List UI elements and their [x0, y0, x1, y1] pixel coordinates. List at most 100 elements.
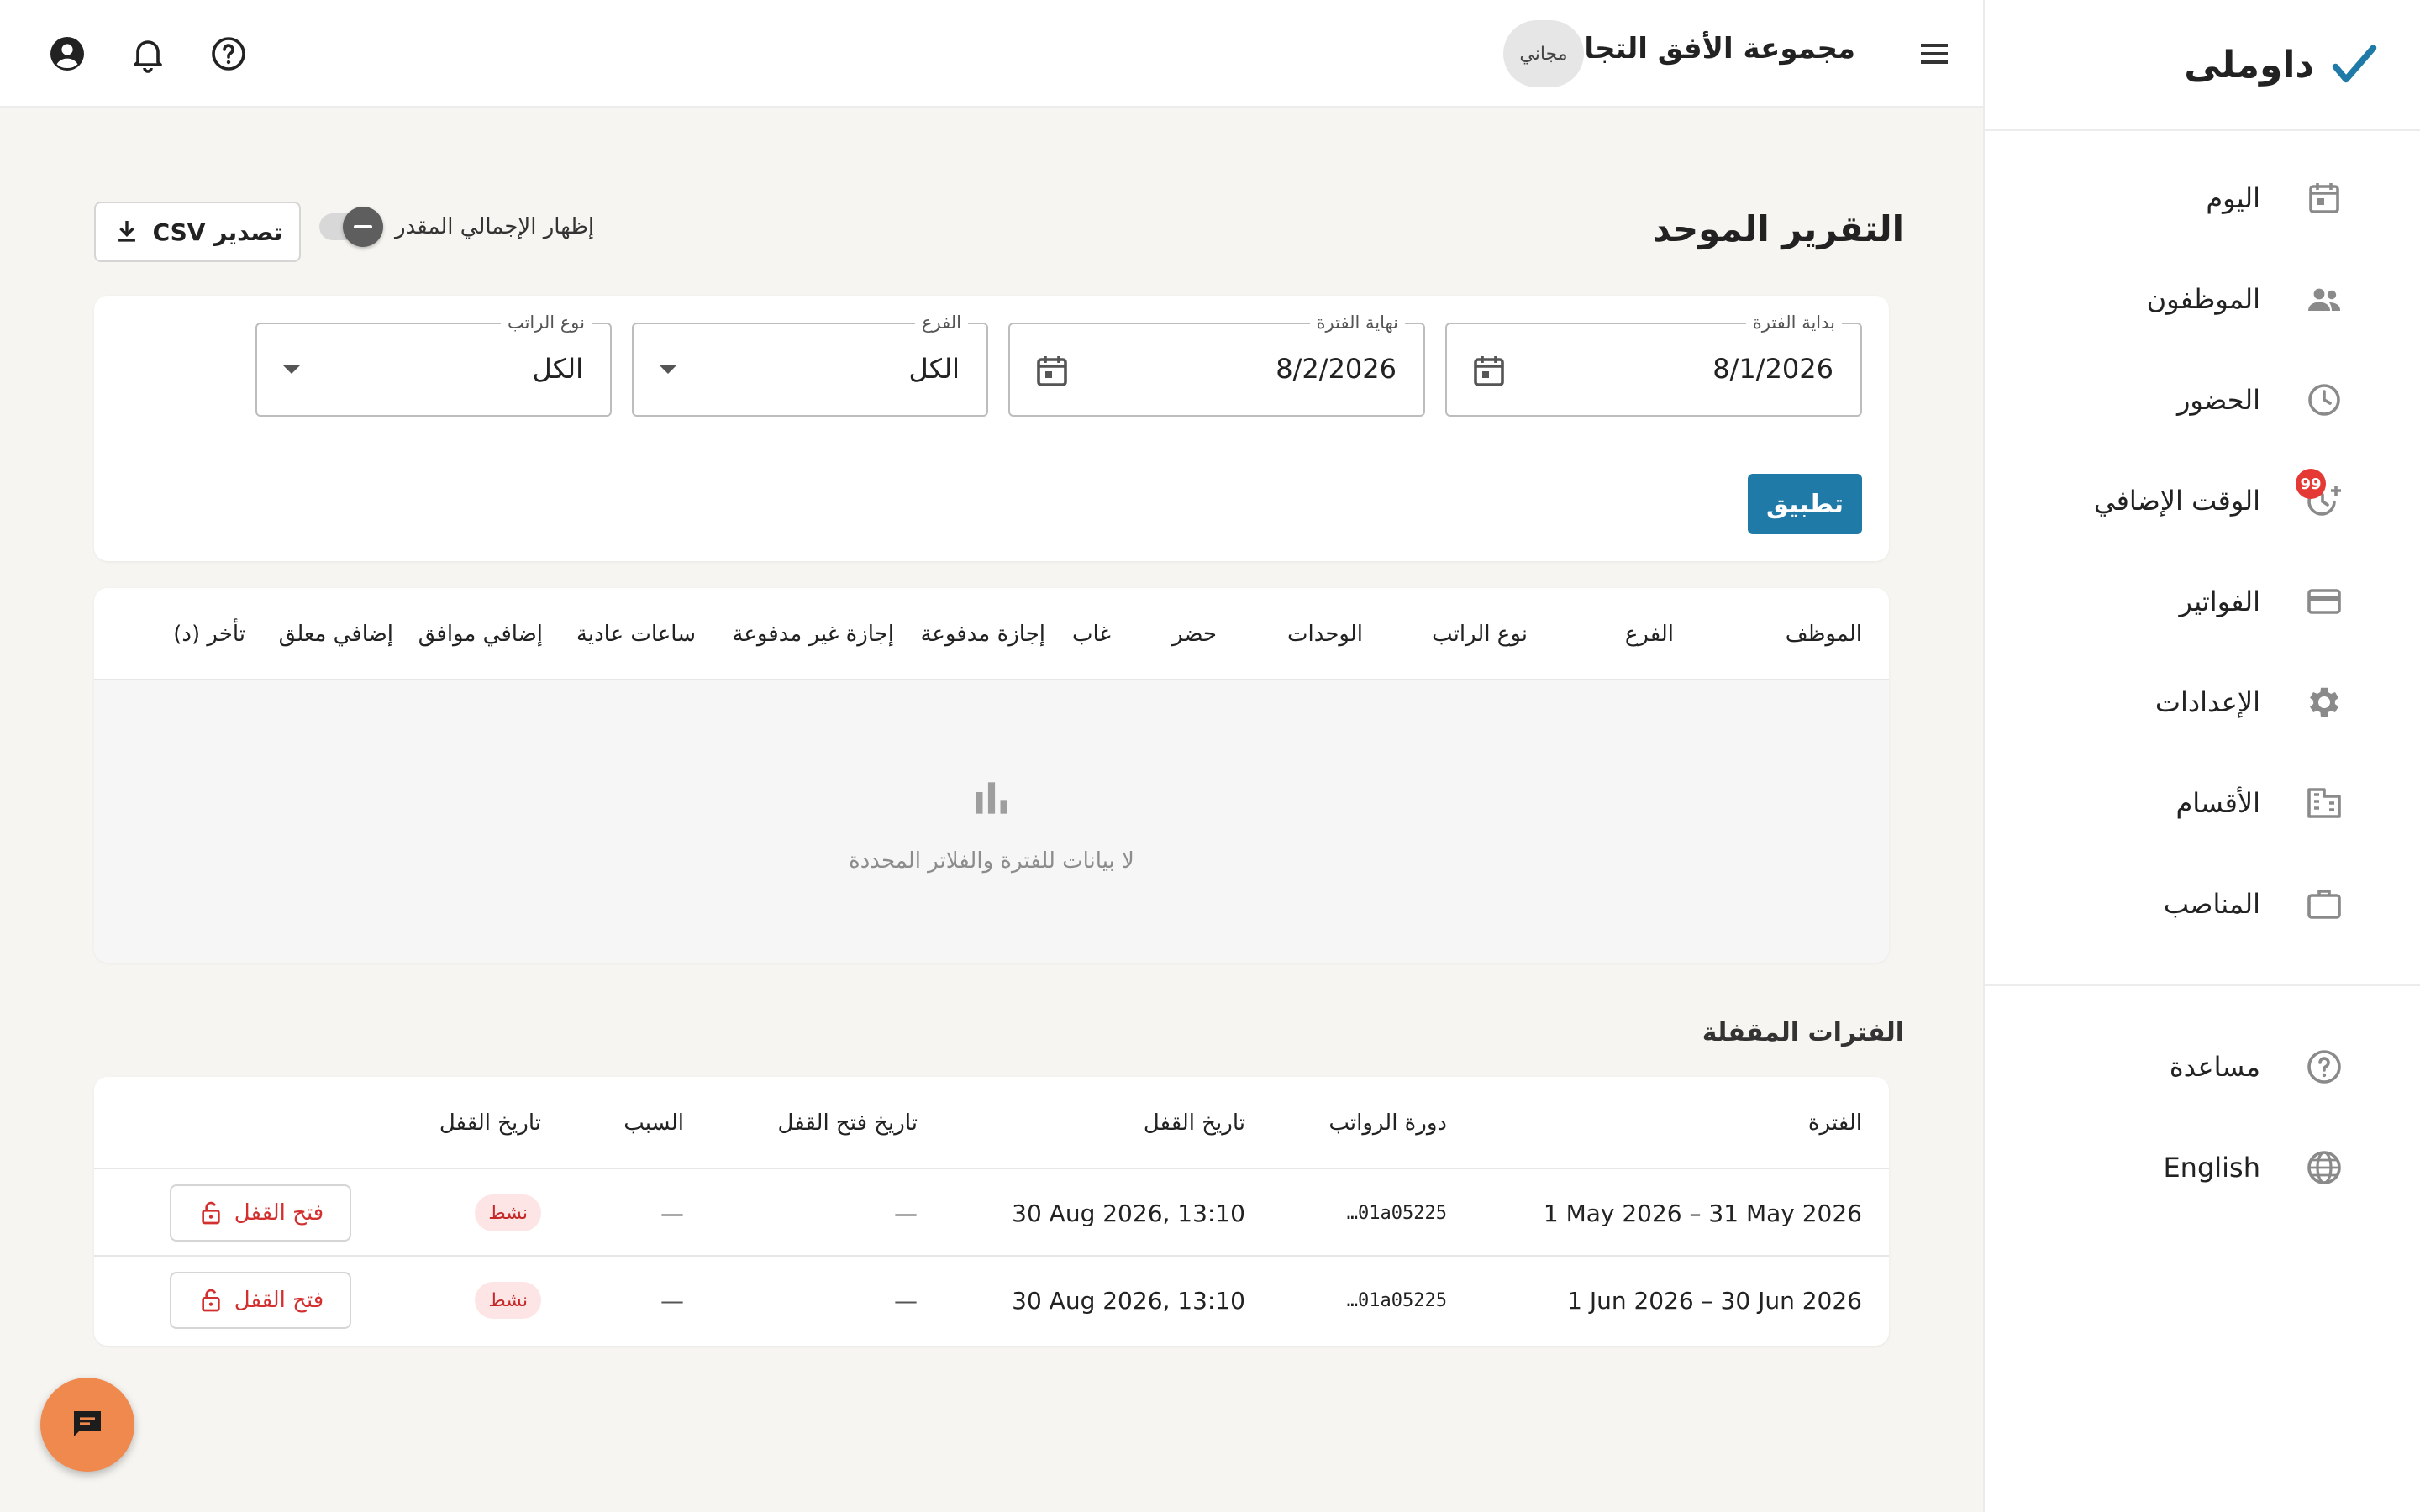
export-label: تصدير CSV — [152, 218, 283, 246]
globe-icon — [2304, 1147, 2344, 1188]
download-icon — [113, 218, 141, 246]
locked-at-cell: 30 Aug 2026, 13:10 — [1012, 1200, 1245, 1227]
bell-icon[interactable] — [128, 34, 168, 74]
column-header[interactable]: حضر — [1172, 622, 1217, 647]
overtime-badge: 99 — [2296, 469, 2326, 499]
calendar-icon[interactable] — [1469, 351, 1509, 391]
column-header[interactable]: نوع الراتب — [1432, 622, 1528, 647]
apply-button[interactable]: تطبيق — [1748, 474, 1862, 534]
column-header[interactable]: إجازة مدفوعة — [920, 622, 1045, 647]
sidebar-item-overtime[interactable]: 99 الوقت الإضافي — [1985, 450, 2420, 551]
empty-state-text: لا بيانات للفترة والفلاتر المحددة — [849, 848, 1134, 874]
unlock-icon — [197, 1287, 224, 1314]
sidebar-item-label: الأقسام — [2175, 787, 2260, 819]
report-table-header: الموظف الفرع نوع الراتب الوحدات حضر غاب … — [94, 588, 1889, 680]
chevron-down-icon — [282, 365, 301, 374]
locked-periods-title: الفترات المقفلة — [1702, 1018, 1904, 1047]
company-name: مجموعة الأفق التجارية — [1539, 32, 1855, 66]
sidebar-item-departments[interactable]: الأقسام — [1985, 753, 2420, 853]
menu-icon[interactable] — [1914, 34, 1954, 74]
column-header[interactable]: ساعات عادية — [576, 622, 696, 647]
chat-icon — [67, 1404, 108, 1445]
unlocked-at-cell: — — [894, 1200, 918, 1227]
export-csv-button[interactable]: تصدير CSV — [94, 202, 301, 262]
estimated-total-toggle[interactable]: إظهار الإجمالي المقدر — [319, 207, 595, 247]
sidebar-nav: اليوم الموظفون الحضور 99 الوقت الإضافي ا… — [1985, 131, 2420, 1218]
brand-check-icon — [2329, 39, 2380, 90]
report-table: الموظف الفرع نوع الراتب الوحدات حضر غاب … — [94, 588, 1889, 963]
locked-table-header: الفترة دورة الرواتب تاريخ القفل تاريخ فت… — [94, 1077, 1889, 1169]
chevron-down-icon — [659, 365, 677, 374]
sidebar-item-attendance[interactable]: الحضور — [1985, 349, 2420, 450]
brand[interactable]: داوملى — [1985, 0, 2420, 131]
column-header[interactable]: غاب — [1072, 622, 1111, 647]
sidebar-item-today[interactable]: اليوم — [1985, 148, 2420, 249]
unlock-button[interactable]: فتح القفل — [170, 1272, 351, 1329]
payroll-cycle-cell: …01a05225 — [1346, 1203, 1447, 1224]
sidebar-item-label: الموظفون — [2146, 283, 2260, 315]
top-bar: مجموعة الأفق التجارية مجاني — [0, 0, 1983, 108]
period-start-value: 8/1/2026 — [1712, 353, 1833, 385]
status-badge: نشط — [475, 1194, 541, 1231]
sidebar-item-language[interactable]: English — [1985, 1117, 2420, 1218]
column-header[interactable]: الوحدات — [1287, 622, 1363, 647]
account-icon[interactable] — [47, 34, 87, 74]
field-legend: نوع الراتب — [500, 312, 592, 333]
calendar-icon[interactable] — [1032, 351, 1072, 391]
column-header[interactable]: الفترة — [1808, 1110, 1862, 1136]
unlock-label: فتح القفل — [234, 1288, 324, 1313]
column-header[interactable]: السبب — [623, 1110, 684, 1136]
column-header[interactable]: تاريخ فتح القفل — [778, 1110, 918, 1136]
sidebar-item-invoices[interactable]: الفواتير — [1985, 551, 2420, 652]
bar-chart-icon — [968, 774, 1015, 822]
unlocked-at-cell: — — [894, 1287, 918, 1315]
toggle-knob — [343, 207, 383, 247]
sidebar-item-help[interactable]: مساعدة — [1985, 1016, 2420, 1117]
field-legend: بداية الفترة — [1745, 312, 1842, 333]
sidebar-divider — [1985, 984, 2420, 986]
period-start-field[interactable]: بداية الفترة 8/1/2026 — [1445, 312, 1862, 417]
column-header[interactable]: تاريخ القفل — [439, 1110, 541, 1136]
building-icon — [2304, 783, 2344, 823]
column-header[interactable]: إجازة غير مدفوعة — [732, 622, 894, 647]
pay-type-value: الكل — [532, 353, 583, 385]
sidebar-item-label: الفواتير — [2179, 585, 2260, 617]
locked-periods-table: الفترة دورة الرواتب تاريخ القفل تاريخ فت… — [94, 1077, 1889, 1346]
sidebar-item-label: English — [2163, 1152, 2260, 1184]
column-header[interactable]: إضافي معلق — [279, 622, 393, 647]
sidebar-item-label: الإعدادات — [2154, 686, 2260, 718]
pay-type-select[interactable]: نوع الراتب الكل — [255, 312, 612, 417]
help-icon[interactable] — [208, 34, 249, 74]
sidebar: داوملى اليوم الموظفون الحضور 99 الوقت ال… — [1983, 0, 2420, 1512]
unlock-button[interactable]: فتح القفل — [170, 1184, 351, 1242]
gear-icon — [2304, 682, 2344, 722]
column-header[interactable]: الفرع — [1625, 622, 1674, 647]
field-legend: الفرع — [915, 312, 968, 333]
sidebar-item-employees[interactable]: الموظفون — [1985, 249, 2420, 349]
toggle-switch[interactable] — [319, 207, 383, 247]
filter-card: بداية الفترة 8/1/2026 نهاية الفترة 8/2/2… — [94, 296, 1889, 561]
column-header[interactable]: تاريخ القفل — [1144, 1110, 1245, 1136]
period-cell: 1 Jun 2026 – 30 Jun 2026 — [1567, 1287, 1862, 1315]
column-header[interactable]: الموظف — [1786, 622, 1862, 647]
table-row: 1 Jun 2026 – 30 Jun 2026 …01a05225 30 Au… — [94, 1257, 1889, 1344]
brand-name: داوملى — [2184, 43, 2314, 87]
plan-chip: مجاني — [1503, 20, 1584, 87]
people-icon — [2304, 279, 2344, 319]
branch-select[interactable]: الفرع الكل — [632, 312, 988, 417]
locked-at-cell: 30 Aug 2026, 13:10 — [1012, 1287, 1245, 1315]
clock-plus-icon: 99 — [2296, 469, 2344, 521]
credit-card-icon — [2304, 581, 2344, 622]
sidebar-item-settings[interactable]: الإعدادات — [1985, 652, 2420, 753]
help-icon — [2304, 1047, 2344, 1087]
column-header[interactable]: دورة الرواتب — [1328, 1110, 1447, 1136]
period-end-field[interactable]: نهاية الفترة 8/2/2026 — [1008, 312, 1425, 417]
column-header[interactable]: إضافي موافق — [418, 622, 543, 647]
column-header[interactable]: تأخر (د) — [173, 622, 245, 647]
briefcase-icon — [2304, 884, 2344, 924]
toggle-label: إظهار الإجمالي المقدر — [395, 214, 595, 239]
sidebar-item-positions[interactable]: المناصب — [1985, 853, 2420, 954]
sidebar-item-label: الحضور — [2176, 384, 2260, 416]
unlock-icon — [197, 1200, 224, 1226]
chat-button[interactable] — [40, 1378, 134, 1472]
